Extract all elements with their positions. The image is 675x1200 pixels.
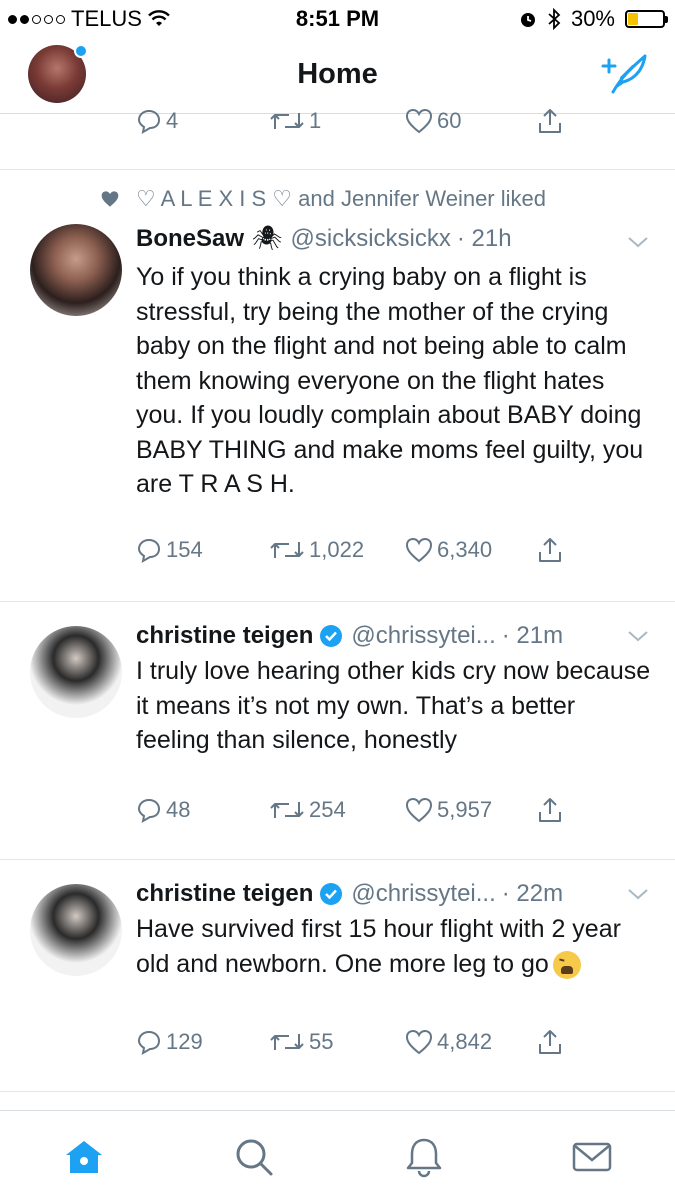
tweet-header: christine teigen @chrissytei... · 21m xyxy=(136,622,563,650)
tweet-item[interactable]: ♡ A L E X I S ♡ and Jennifer Weiner like… xyxy=(0,170,675,602)
alarm-icon xyxy=(520,13,535,27)
tweet-item[interactable]: christine teigen @chrissytei... · 22m Ha… xyxy=(0,860,675,1092)
reply-count: 48 xyxy=(166,797,191,822)
user-name[interactable]: christine teigen xyxy=(136,880,313,908)
tweet-partial: 4 1 60 xyxy=(0,108,675,170)
heart-icon xyxy=(405,537,433,563)
home-icon[interactable] xyxy=(62,1135,106,1179)
user-name[interactable]: BoneSaw xyxy=(136,225,244,253)
reply-count: 4 xyxy=(166,108,179,133)
retweet-button[interactable]: 1,022 xyxy=(269,537,364,563)
reply-icon xyxy=(137,109,161,134)
share-button[interactable] xyxy=(536,107,564,135)
like-count: 6,340 xyxy=(437,537,493,562)
battery-icon xyxy=(625,10,668,28)
user-name[interactable]: christine teigen xyxy=(136,622,313,650)
heart-filled-icon xyxy=(101,191,119,207)
top-navigation-bar: Home xyxy=(0,38,675,114)
like-button[interactable]: 5,957 xyxy=(405,797,492,823)
chevron-down-icon[interactable] xyxy=(627,888,649,900)
social-context: ♡ A L E X I S ♡ and Jennifer Weiner like… xyxy=(100,186,546,212)
tweet-time: · 21h xyxy=(456,224,512,252)
retweet-count: 1,022 xyxy=(309,537,365,562)
share-icon xyxy=(539,538,561,562)
spider-emoji: 🕷 xyxy=(252,225,283,252)
search-icon[interactable] xyxy=(232,1135,276,1179)
bluetooth-icon xyxy=(548,8,561,30)
messages-icon[interactable] xyxy=(570,1135,614,1179)
heart-icon xyxy=(405,1029,433,1055)
retweet-count: 254 xyxy=(309,797,346,822)
heart-icon xyxy=(405,108,433,134)
share-icon xyxy=(539,1030,561,1054)
reply-count: 129 xyxy=(166,1029,203,1054)
heart-icon xyxy=(405,797,433,823)
user-handle: @chrissytei... xyxy=(351,622,496,649)
tweet-time: · 21m xyxy=(501,622,564,649)
home-timeline: 4 1 60 ♡ A L E X I S ♡ and Jennifer Wein… xyxy=(0,108,675,1092)
retweet-count: 55 xyxy=(309,1029,334,1054)
user-avatar[interactable] xyxy=(30,884,122,976)
retweet-icon xyxy=(270,802,304,818)
like-count: 4,842 xyxy=(437,1029,493,1054)
bottom-tab-bar xyxy=(0,1110,675,1200)
user-handle: @sicksicksickx xyxy=(290,224,451,252)
like-button[interactable]: 60 xyxy=(405,108,461,134)
notification-dot-icon xyxy=(74,44,88,58)
reply-button[interactable]: 48 xyxy=(136,797,190,823)
reply-button[interactable]: 4 xyxy=(136,108,178,134)
like-count: 60 xyxy=(437,108,462,133)
tweet-item[interactable]: christine teigen @chrissytei... · 21m I … xyxy=(0,602,675,860)
reply-button[interactable]: 129 xyxy=(136,1029,203,1055)
tweet-text-container: Have survived first 15 hour flight with … xyxy=(136,912,651,981)
share-icon xyxy=(539,109,561,133)
retweet-icon xyxy=(270,1034,304,1050)
like-count: 5,957 xyxy=(437,797,493,822)
social-context-text: ♡ A L E X I S ♡ and Jennifer Weiner like… xyxy=(136,186,546,211)
retweet-count: 1 xyxy=(309,108,322,133)
tweet-text: Have survived first 15 hour flight with … xyxy=(136,915,621,978)
verified-badge-icon xyxy=(320,883,343,905)
reply-icon xyxy=(137,1030,161,1055)
tweet-header: BoneSaw 🕷 @sicksicksickx · 21h xyxy=(136,224,512,253)
tweet-text: I truly love hearing other kids cry now … xyxy=(136,657,651,754)
user-avatar[interactable] xyxy=(30,626,122,718)
retweet-button[interactable]: 254 xyxy=(269,797,346,823)
verified-badge-icon xyxy=(320,625,343,647)
notifications-icon[interactable] xyxy=(402,1135,446,1179)
retweet-button[interactable]: 55 xyxy=(269,1029,333,1055)
battery-percent: 30% xyxy=(570,6,615,31)
share-button[interactable] xyxy=(536,796,564,824)
like-button[interactable]: 4,842 xyxy=(405,1029,492,1055)
page-title: Home xyxy=(297,58,378,90)
retweet-icon xyxy=(270,542,304,558)
status-bar: TELUS 8:51 PM 30% xyxy=(0,0,675,38)
chevron-down-icon[interactable] xyxy=(627,236,649,248)
retweet-icon xyxy=(270,113,304,129)
reply-icon xyxy=(137,538,161,563)
share-button[interactable] xyxy=(536,536,564,564)
tweet-time: · 22m xyxy=(501,880,564,907)
reply-count: 154 xyxy=(166,537,203,562)
share-icon xyxy=(539,798,561,822)
tweet-text: Yo if you think a crying baby on a fligh… xyxy=(136,263,644,498)
compose-tweet-icon[interactable] xyxy=(599,52,649,96)
reply-button[interactable]: 154 xyxy=(136,537,203,563)
like-button[interactable]: 6,340 xyxy=(405,537,492,563)
user-avatar[interactable] xyxy=(30,224,122,316)
status-right: 30% xyxy=(519,6,668,32)
user-handle: @chrissytei... xyxy=(351,880,496,907)
reply-icon xyxy=(137,798,161,823)
weary-face-emoji-icon xyxy=(552,950,581,979)
retweet-button[interactable]: 1 xyxy=(269,108,321,134)
chevron-down-icon[interactable] xyxy=(627,630,649,642)
share-button[interactable] xyxy=(536,1028,564,1056)
tweet-header: christine teigen @chrissytei... · 22m xyxy=(136,880,563,908)
